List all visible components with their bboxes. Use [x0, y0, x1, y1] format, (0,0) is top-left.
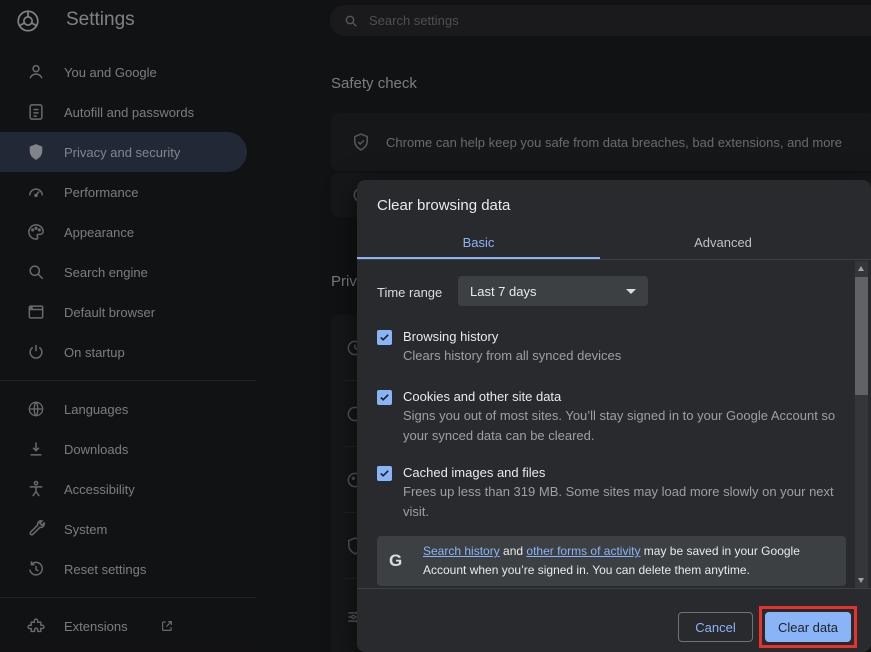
- dialog-title: Clear browsing data: [377, 197, 510, 214]
- browsing-history-checkbox[interactable]: [377, 330, 392, 345]
- google-g-icon: G: [389, 551, 413, 571]
- tab-basic[interactable]: Basic: [357, 227, 600, 259]
- clear-data-button[interactable]: Clear data: [765, 612, 851, 642]
- scroll-down-icon[interactable]: [858, 578, 864, 583]
- other-activity-link[interactable]: other forms of activity: [526, 544, 640, 558]
- time-range-value: Last 7 days: [470, 284, 537, 299]
- checkbox-description: Signs you out of most sites. You’ll stay…: [403, 406, 837, 446]
- dialog-footer-divider: [357, 588, 871, 589]
- google-account-note: G Search history and other forms of acti…: [377, 536, 846, 586]
- cookies-row: Cookies and other site data Signs you ou…: [377, 388, 837, 446]
- tab-advanced[interactable]: Advanced: [600, 227, 846, 259]
- checkbox-title: Cookies and other site data: [403, 388, 837, 406]
- scrollbar-thumb[interactable]: [855, 277, 868, 395]
- time-range-label: Time range: [377, 285, 442, 300]
- time-range-select[interactable]: Last 7 days: [458, 276, 648, 306]
- cancel-button[interactable]: Cancel: [678, 612, 753, 642]
- checkbox-title: Cached images and files: [403, 464, 837, 482]
- search-history-link[interactable]: Search history: [423, 544, 500, 558]
- tabs-divider: [357, 259, 871, 260]
- dialog-scrollbar[interactable]: [855, 261, 868, 588]
- checkbox-description: Clears history from all synced devices: [403, 346, 837, 366]
- chevron-down-icon: [626, 289, 636, 294]
- google-note-text: Search history and other forms of activi…: [423, 542, 834, 580]
- browsing-history-row: Browsing history Clears history from all…: [377, 328, 837, 366]
- clear-browsing-data-dialog: Clear browsing data Basic Advanced Time …: [357, 180, 871, 652]
- cookies-checkbox[interactable]: [377, 390, 392, 405]
- checkbox-description: Frees up less than 319 MB. Some sites ma…: [403, 482, 837, 522]
- cached-images-checkbox[interactable]: [377, 466, 392, 481]
- chrome-settings-page: Settings Search settings You and Google: [0, 0, 871, 652]
- checkbox-title: Browsing history: [403, 328, 837, 346]
- scroll-up-icon[interactable]: [858, 266, 864, 271]
- active-tab-underline: [357, 257, 600, 259]
- cached-images-row: Cached images and files Frees up less th…: [377, 464, 837, 522]
